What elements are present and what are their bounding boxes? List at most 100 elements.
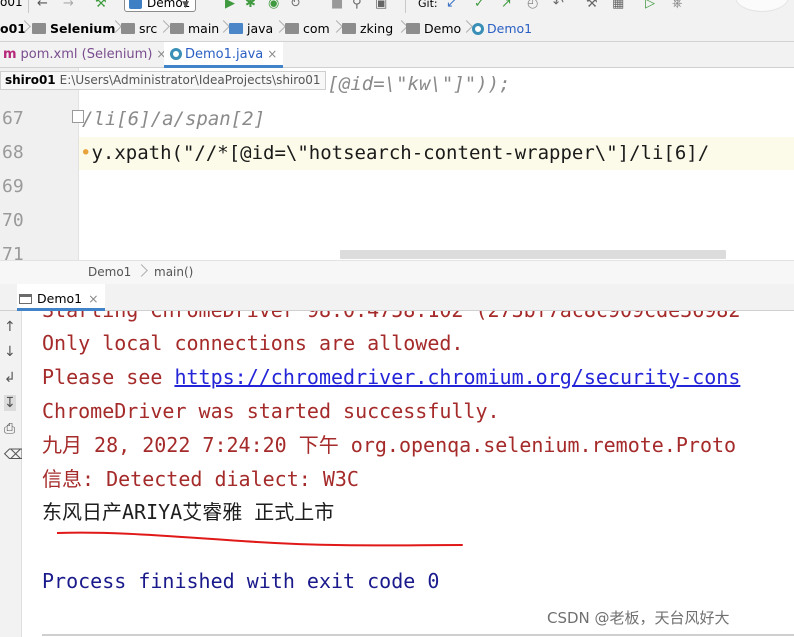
console-line: 九月 28, 2022 7:24:20 下午 org.openqa.seleni… [42,433,737,457]
close-icon[interactable]: × [267,47,277,61]
project-path-tooltip: shiro01 E:\Users\Administrator\IdeaProjec… [0,71,326,90]
rollback-icon[interactable]: ↶ [553,0,564,12]
stop-icon[interactable]: ■ [331,0,343,12]
editor-breadcrumb: Demo1 main() [0,260,794,284]
chevron-right-icon [111,18,119,38]
hammer-icon[interactable]: ⚒ [95,0,107,12]
code-line: /li[6]/a/span[2] [82,108,266,130]
editor-tab-bar: m pom.xml (Selenium) × Demo1.java × [0,42,794,68]
console-result-line: 东风日产ARIYA艾睿雅 正式上市 [42,500,335,524]
line-number: 68 [2,142,24,163]
chevron-right-icon [137,262,145,282]
main-toolbar: o01 ← → ⚒ Demo1 ▼ ▶ ✱ ◉ ↻ ■ ⚲ ▣ Git: ↙ ✓… [0,0,794,15]
breadcrumb-class[interactable]: Demo1 [472,21,532,37]
line-number: 67 [2,108,24,129]
tab-run-demo1[interactable]: Demo1 × [17,284,105,311]
run-console-icon [19,294,32,304]
wrench-icon[interactable]: ⚒ [586,0,598,12]
chevron-right-icon [332,18,340,38]
run-config-select[interactable]: Demo1 ▼ [124,0,196,12]
folder-icon [121,23,135,34]
package-icon [285,23,299,34]
line-number: 71 [2,244,24,260]
tab-label: pom.xml (Selenium) [20,47,153,62]
console-output[interactable]: Starting ChromeDriver 98.0.4758.102 (273… [22,311,794,637]
coverage-icon[interactable]: ◉ [268,0,279,12]
debug-icon[interactable]: ✱ [245,0,256,12]
project-structure-icon[interactable]: ▦ [612,0,624,12]
breadcrumb-class-name[interactable]: Demo1 [88,265,131,279]
console-line-partial: Starting ChromeDriver 98.0.4758.102 (273… [42,311,740,323]
run-anything-icon[interactable]: ▷ [645,0,655,12]
package-icon [406,23,420,34]
scroll-to-end-icon[interactable]: ↧ [4,395,16,411]
bookmark-marker-icon: • [80,142,92,164]
class-icon [472,23,484,35]
soft-wrap-icon[interactable]: ↲ [4,370,16,386]
git-label: Git: [418,0,438,10]
class-icon [170,48,182,60]
chevron-right-icon [159,18,167,38]
back-arrow-icon[interactable]: ← [37,0,48,12]
scroll-down-icon[interactable]: ↓ [4,344,16,360]
forward-arrow-icon[interactable]: → [63,0,74,12]
toolbar-separator [28,0,29,13]
chevron-right-icon [397,18,405,38]
line-number: 69 [2,176,24,197]
navigation-breadcrumb: o01 Selenium src main java com zking Dem… [0,15,794,42]
console-bottom-divider [42,634,794,636]
chevron-down-icon: ▼ [182,0,189,10]
console-line: Please see https://chromedriver.chromium… [42,365,741,389]
git-update-icon[interactable]: ↙ [446,0,457,12]
red-annotation-underline [57,531,463,547]
run-icon[interactable]: ▶ [225,0,235,12]
breadcrumb-zking[interactable]: zking [342,21,393,37]
chromedriver-security-link[interactable]: https://chromedriver.chromium.org/securi… [174,365,740,389]
csdn-watermark: CSDN @老板，天台风好大 [547,609,730,627]
chevron-right-icon [219,18,227,38]
console-line: Only local connections are allowed. [42,331,464,355]
code-line: *[@id=\"kw\"]")); [316,73,511,95]
horizontal-scrollbar[interactable] [340,250,726,259]
breadcrumb-method-name[interactable]: main() [154,265,193,279]
source-folder-icon [229,23,243,34]
tab-label: Demo1.java [185,47,264,62]
search-icon[interactable]: ⚲ [352,0,362,12]
chevron-right-icon [20,18,28,38]
toolbar-project-fragment: o01 [0,0,23,9]
trash-icon[interactable]: ⌫ [4,447,24,463]
run-tab-label: Demo1 [37,291,83,306]
scroll-up-icon[interactable]: ↑ [4,319,16,335]
tab-demo1-java[interactable]: Demo1.java × [164,42,284,68]
code-line-68: •y.xpath("//*[@id=\"hotsearch-content-wr… [80,142,710,164]
structure-icon[interactable]: ▣ [375,0,387,12]
maven-icon: m [3,47,17,62]
toolbar-separator [405,0,406,13]
breadcrumb-main[interactable]: main [170,21,219,37]
breadcrumb-demo[interactable]: Demo [406,21,461,37]
code-editor[interactable]: shiro01 E:\Users\Administrator\IdeaProjec… [0,68,794,260]
avatar[interactable] [735,0,789,12]
tab-pom-xml[interactable]: m pom.xml (Selenium) × [3,42,166,68]
git-commit-icon[interactable]: ✓ [474,0,485,12]
run-sidebar: ↑ ↓ ↲ ↧ ⎙ ⌫ [0,311,24,637]
git-push-icon[interactable]: ↗ [501,0,512,12]
console-line: ChromeDriver was started successfully. [42,399,500,423]
package-icon [342,23,356,34]
profile-icon[interactable]: ↻ [290,0,301,12]
run-tool-window-header: Demo1 × [0,284,794,311]
close-icon[interactable]: × [88,291,98,306]
chevron-right-icon [462,18,470,38]
chevron-right-icon [275,18,283,38]
line-number: 70 [2,210,24,231]
breadcrumb-src[interactable]: src [121,21,157,37]
print-icon[interactable]: ⎙ [4,421,15,437]
vcs-icon[interactable]: ⎈ [672,0,682,12]
breadcrumb-com[interactable]: com [285,21,330,37]
console-exit-line: Process finished with exit code 0 [42,569,440,593]
breadcrumb-java[interactable]: java [229,21,273,37]
history-icon[interactable]: ◴ [527,0,538,12]
java-config-icon [129,0,142,9]
breadcrumb-module[interactable]: Selenium [32,21,115,37]
console-line: 信息: Detected dialect: W3C [42,467,359,491]
